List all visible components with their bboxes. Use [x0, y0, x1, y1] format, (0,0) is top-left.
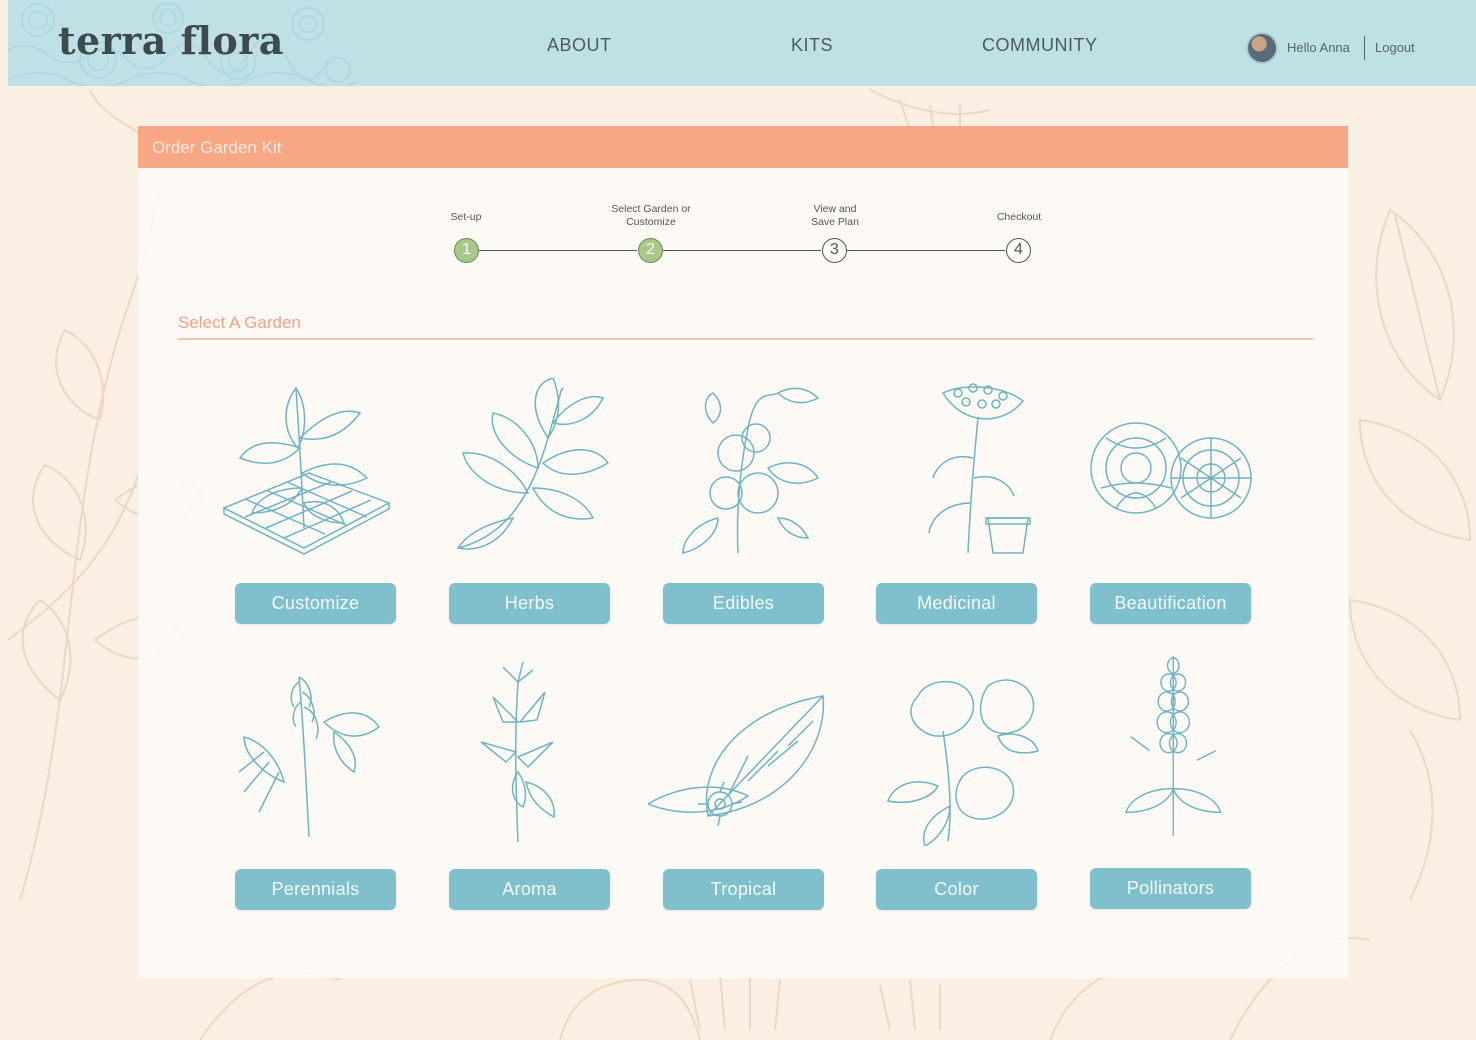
yarrow-pot-icon: [928, 383, 1031, 554]
garden-perennials-button[interactable]: Perennials: [235, 869, 396, 910]
user-avatar[interactable]: [1246, 32, 1278, 64]
garden-tropical-button[interactable]: Tropical: [663, 869, 824, 910]
step-3-indicator[interactable]: 3: [822, 238, 847, 263]
foxglove-plant-icon: [238, 676, 381, 838]
brand-logo[interactable]: terra flora: [58, 18, 284, 63]
herb-sprig-icon: [456, 378, 610, 550]
garden-pollinators-button[interactable]: Pollinators: [1090, 868, 1251, 909]
tomato-plant-icon: [682, 387, 820, 554]
step-connector: [847, 250, 1005, 251]
lavender-spike-icon: [1124, 656, 1222, 836]
garden-color-button[interactable]: Color: [876, 869, 1037, 910]
garden-herbs-button[interactable]: Herbs: [449, 583, 610, 624]
peony-flowers-icon: [1090, 422, 1252, 519]
garden-edibles-button[interactable]: Edibles: [663, 583, 824, 624]
petunia-flowers-icon: [887, 679, 1039, 846]
section-title: Select A Garden: [178, 313, 301, 332]
top-navigation-bar: terra flora ABOUT KITS COMMUNITY Hello A…: [8, 0, 1476, 86]
lily-stem-icon: [480, 662, 555, 842]
leafy-plant-grid-icon: [222, 386, 391, 555]
step-4-label: Checkout: [996, 211, 1042, 223]
user-greeting: Hello Anna: [1287, 40, 1350, 55]
nav-kits-link[interactable]: KITS: [791, 35, 833, 56]
step-2-label: Select Garden or Customize: [611, 203, 691, 228]
garden-medicinal-button[interactable]: Medicinal: [876, 583, 1037, 624]
step-4-indicator[interactable]: 4: [1006, 238, 1031, 263]
garden-customize-button[interactable]: Customize: [235, 583, 396, 624]
logout-link[interactable]: Logout: [1375, 40, 1415, 55]
order-kit-panel: Order Garden Kit Set-up Select Garden or…: [138, 126, 1348, 978]
step-connector: [663, 250, 821, 251]
step-1-label: Set-up: [450, 211, 482, 223]
nav-community-link[interactable]: COMMUNITY: [982, 35, 1098, 56]
progress-stepper: Set-up Select Garden or Customize View a…: [138, 126, 1348, 286]
nav-about-link[interactable]: ABOUT: [547, 35, 612, 56]
garden-aroma-button[interactable]: Aroma: [449, 869, 610, 910]
step-2-indicator[interactable]: 2: [638, 238, 663, 263]
section-divider: [178, 338, 1313, 340]
step-connector: [479, 250, 637, 251]
step-1-indicator[interactable]: 1: [454, 238, 479, 263]
step-3-label: View and Save Plan: [811, 203, 859, 228]
monstera-plumeria-icon: [648, 695, 825, 827]
garden-beautification-button[interactable]: Beautification: [1090, 583, 1251, 624]
header-divider: [1364, 36, 1365, 60]
